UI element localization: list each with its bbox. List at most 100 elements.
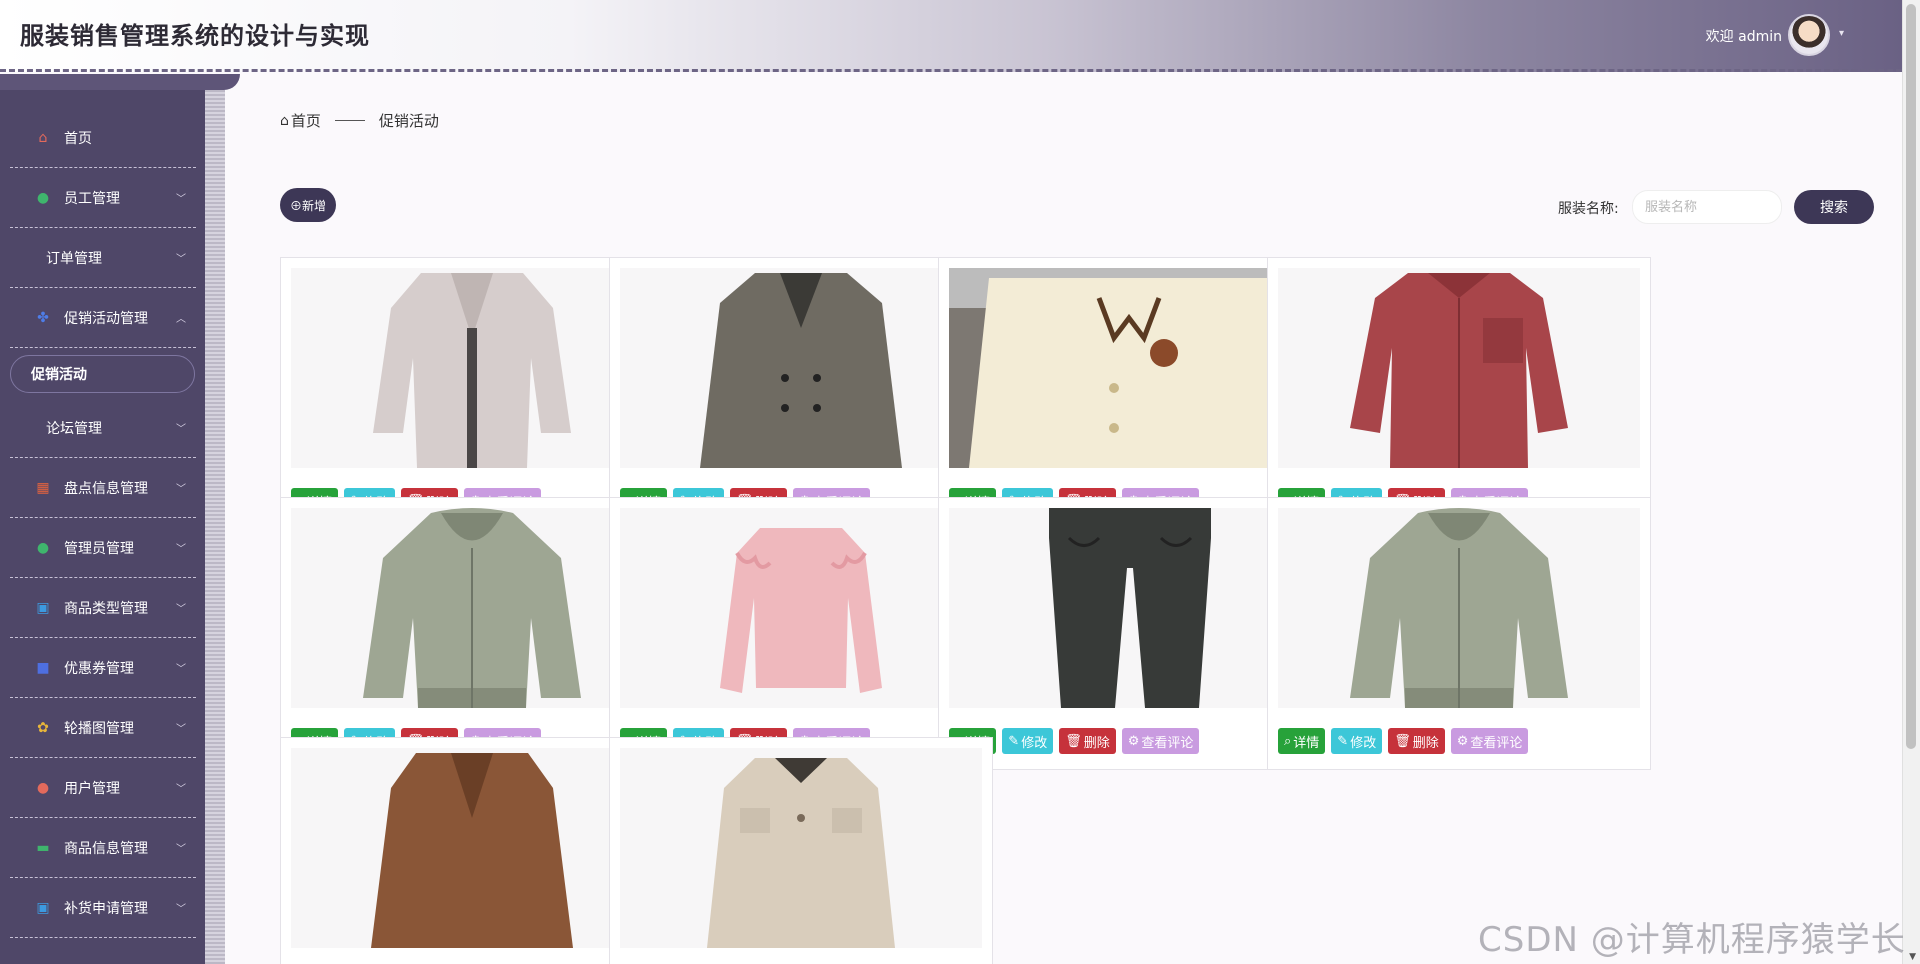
chevron-down-icon: ﹀: [176, 784, 186, 795]
sidebar-item[interactable]: ▣ 补货申请管理 ﹀: [10, 878, 196, 938]
product-card: ⌕详情✎修改🗑删除⚙查看评论: [1267, 257, 1651, 530]
product-image[interactable]: [620, 748, 982, 948]
sidebar-item-label: 商品类型管理: [64, 600, 148, 617]
chevron-down-icon: ﹀: [176, 544, 186, 555]
sidebar-item[interactable]: ✤ 促销活动管理 ︿: [10, 288, 196, 348]
sidebar-item[interactable]: ● 员工管理 ﹀: [10, 168, 196, 228]
sidebar-item[interactable]: ⌂ 首页: [10, 108, 196, 168]
view-comments-button-label: 查看评论: [1470, 735, 1523, 751]
search-button[interactable]: 搜索: [1794, 190, 1874, 224]
gear-icon: ⚙: [1127, 733, 1140, 749]
window-icon: ▣: [36, 899, 50, 916]
product-image[interactable]: [291, 748, 653, 948]
delete-button[interactable]: 🗑删除: [1388, 728, 1445, 754]
view-comments-button[interactable]: ⚙查看评论: [1121, 728, 1200, 754]
sidebar-subitem-promotion[interactable]: 促销活动: [10, 355, 195, 393]
product-card: ⌕详情✎修改🗑删除⚙查看评论: [938, 257, 1322, 530]
add-button[interactable]: ⊕新增: [280, 188, 336, 222]
sidebar-item-label: 盘点信息管理: [64, 480, 148, 497]
app-title: 服装销售管理系统的设计与实现: [20, 22, 370, 50]
chat-icon: ▬: [36, 839, 50, 856]
edit-button-label: 修改: [1021, 735, 1048, 751]
breadcrumb-current: 促销活动: [378, 112, 439, 130]
home-icon: ⌂: [38, 129, 48, 146]
view-comments-button[interactable]: ⚙查看评论: [1450, 728, 1529, 754]
product-image[interactable]: [620, 508, 982, 708]
sidebar-item[interactable]: ✿ 轮播图管理 ﹀: [10, 698, 196, 758]
edit-button[interactable]: ✎修改: [1002, 728, 1054, 754]
product-card: ⌕详情✎修改🗑删除⚙查看评论: [609, 737, 993, 964]
sidebar-item-label: 论坛管理: [46, 420, 102, 437]
person-icon: ●: [36, 539, 50, 556]
chevron-down-icon: ﹀: [176, 604, 186, 615]
product-image[interactable]: [949, 508, 1311, 708]
scroll-down-arrow-icon[interactable]: ▼: [1909, 952, 1916, 962]
chevron-down-icon: ﹀: [176, 424, 186, 435]
pencil-icon: ✎: [1337, 733, 1349, 749]
sidebar-item-label: 商品信息管理: [64, 840, 148, 857]
folder-icon: ■: [36, 659, 50, 676]
detail-button-label: 详情: [1293, 735, 1320, 751]
sidebar-item-label: 促销活动管理: [64, 310, 148, 327]
product-image[interactable]: [1278, 268, 1640, 468]
sidebar-item-label: 用户管理: [64, 780, 120, 797]
product-card: ⌕详情✎修改🗑删除⚙查看评论: [938, 497, 1322, 770]
sidebar-item-label: 轮播图管理: [64, 720, 134, 737]
product-card: ⌕详情✎修改🗑删除⚙查看评论: [280, 737, 664, 964]
sidebar-item[interactable]: 论坛管理 ﹀: [10, 398, 196, 458]
sidebar-item-label: 补货申请管理: [64, 900, 148, 917]
product-card: ⌕详情✎修改🗑删除⚙查看评论: [1267, 497, 1651, 770]
sidebar-item-label: 首页: [64, 130, 92, 147]
view-comments-button-label: 查看评论: [1141, 735, 1194, 751]
product-image[interactable]: [1278, 508, 1640, 708]
sidebar-item-label: 优惠券管理: [64, 660, 134, 677]
edit-button-label: 修改: [1350, 735, 1377, 751]
chevron-down-icon: ﹀: [176, 254, 186, 265]
home-icon: ⌂: [280, 112, 289, 129]
sidebar-item-label: 订单管理: [46, 250, 102, 267]
scrollbar[interactable]: ▼: [1902, 0, 1920, 964]
sidebar-item-label: 管理员管理: [64, 540, 134, 557]
product-image[interactable]: [291, 508, 653, 708]
chevron-down-icon: ﹀: [176, 194, 186, 205]
detail-button[interactable]: ⌕详情: [1278, 728, 1326, 754]
delete-button-label: 删除: [1412, 735, 1439, 751]
sidebar-tab-decoration: [0, 74, 240, 90]
person-icon: ●: [36, 189, 50, 206]
sidebar-item[interactable]: ■ 优惠券管理 ﹀: [10, 638, 196, 698]
product-grid: ⌕详情✎修改🗑删除⚙查看评论⌕详情✎修改🗑删除⚙查看评论⌕详情✎修改🗑删除⚙查看…: [280, 257, 1874, 964]
product-card: ⌕详情✎修改🗑删除⚙查看评论: [609, 257, 993, 530]
breadcrumb-home[interactable]: 首页: [291, 110, 321, 131]
delete-button[interactable]: 🗑删除: [1059, 728, 1116, 754]
product-image[interactable]: [620, 268, 982, 468]
sidebar-item[interactable]: ● 管理员管理 ﹀: [10, 518, 196, 578]
card-actions: ⌕详情✎修改🗑删除⚙查看评论: [1278, 728, 1529, 754]
window-icon: ▣: [36, 599, 50, 616]
sidebar-item[interactable]: ● 用户管理 ﹀: [10, 758, 196, 818]
trash-icon: 🗑: [1394, 733, 1411, 749]
search-input[interactable]: [1632, 190, 1782, 224]
welcome-text: 欢迎 admin: [1705, 29, 1782, 45]
grid-flower-icon: ✤: [37, 309, 49, 326]
chevron-down-icon[interactable]: ▾: [1839, 28, 1844, 39]
sidebar-divider-strip: [205, 90, 225, 964]
search-icon: ⌕: [1284, 733, 1292, 749]
delete-button-label: 删除: [1083, 735, 1110, 751]
chevron-down-icon: ﹀: [176, 844, 186, 855]
scrollbar-thumb[interactable]: [1906, 4, 1916, 749]
sidebar-item[interactable]: ▬ 商品信息管理 ﹀: [10, 818, 196, 878]
table-icon: ▦: [36, 479, 50, 496]
sidebar-item[interactable]: 订单管理 ﹀: [10, 228, 196, 288]
edit-button[interactable]: ✎修改: [1331, 728, 1383, 754]
search-label: 服装名称:: [1558, 201, 1619, 217]
sidebar-item[interactable]: ▦ 盘点信息管理 ﹀: [10, 458, 196, 518]
avatar[interactable]: [1788, 14, 1830, 56]
product-image[interactable]: [291, 268, 653, 468]
sidebar-item[interactable]: ▣ 商品类型管理 ﹀: [10, 578, 196, 638]
product-card: ⌕详情✎修改🗑删除⚙查看评论: [280, 257, 664, 530]
watermark: CSDN @计算机程序猿学长: [1478, 920, 1906, 960]
pencil-icon: ✎: [1008, 733, 1020, 749]
chevron-down-icon: ﹀: [176, 724, 186, 735]
person-icon: ●: [36, 779, 50, 796]
product-image[interactable]: [949, 268, 1311, 468]
